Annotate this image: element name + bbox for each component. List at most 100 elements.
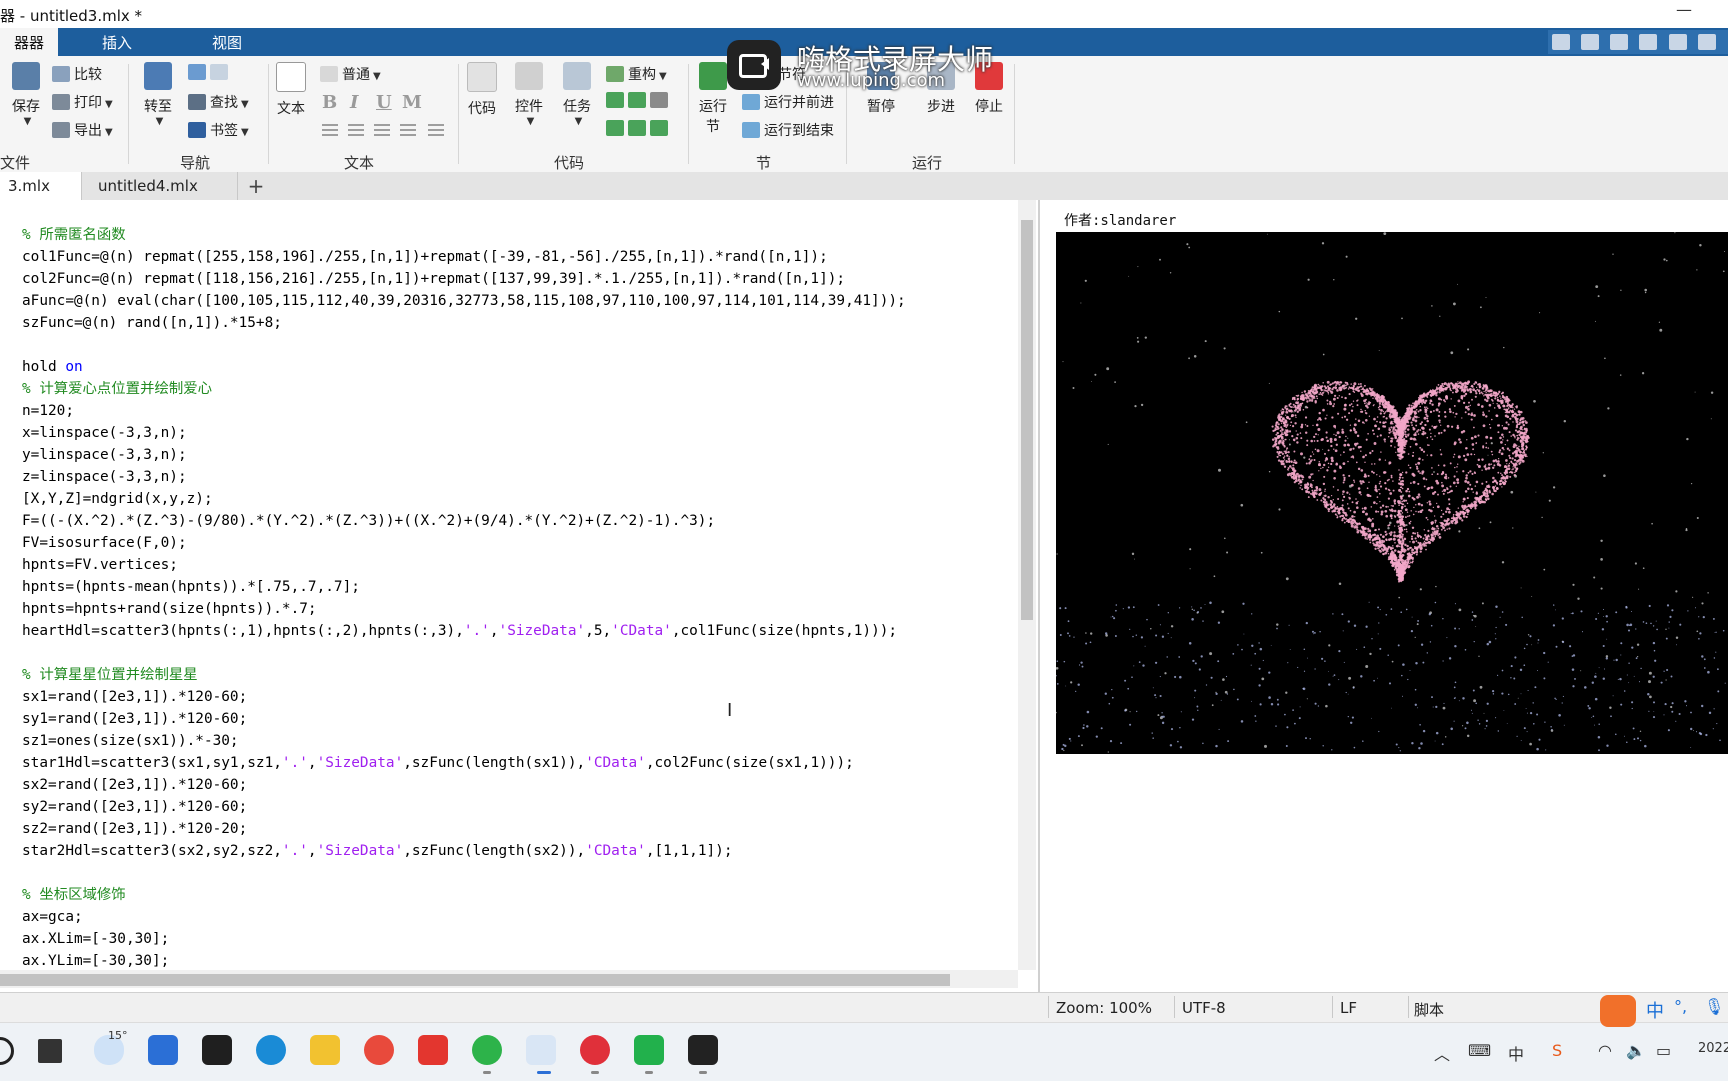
refactor-button[interactable]: 重构 ▼ — [606, 64, 667, 84]
code-line[interactable]: hpnts=hpnts+rand(size(hpnts)).*.7; — [22, 598, 1012, 620]
doc-tab-untitled3[interactable]: 3.mlx *✕ — [0, 172, 82, 223]
code-line[interactable]: sy1=rand([2e3,1]).*120-60; — [22, 708, 1012, 730]
bookmark-button[interactable]: 书签 ▼ — [188, 120, 249, 140]
task-button[interactable]: 任务 ▼ — [560, 62, 594, 127]
print-button[interactable]: 打印 ▼ — [52, 92, 113, 112]
punctuation-icon[interactable]: °, — [1674, 997, 1687, 1016]
save-button[interactable]: 保存 ▼ — [6, 62, 46, 127]
underline-button[interactable]: U — [376, 92, 392, 113]
keyboard-icon[interactable]: ⌨ — [1468, 1041, 1491, 1060]
copy-icon[interactable] — [1610, 34, 1629, 50]
sogou-floating-icon[interactable] — [1600, 995, 1636, 1027]
chevron-up-icon[interactable]: ︿ — [1434, 1041, 1450, 1065]
sogou-icon[interactable]: S — [1552, 1041, 1562, 1060]
screen-recorder-icon[interactable] — [688, 1035, 718, 1065]
compare-button[interactable]: 比较 — [52, 64, 102, 84]
numbered-list-icon[interactable] — [348, 124, 364, 138]
edge-browser-icon[interactable] — [256, 1035, 286, 1065]
scrollbar-thumb[interactable] — [0, 974, 950, 986]
indent-buttons[interactable] — [606, 120, 672, 137]
align-left-icon[interactable] — [374, 124, 390, 138]
code-line[interactable]: % 所需匿名函数 — [22, 224, 1012, 246]
control-button[interactable]: 控件 ▼ — [512, 62, 546, 127]
wifi-icon[interactable]: ◠ — [1598, 1041, 1612, 1060]
text-button[interactable]: 文本 — [274, 62, 308, 118]
tab-insert[interactable]: 插入 — [82, 28, 152, 56]
battery-icon[interactable]: ▭ — [1656, 1041, 1671, 1060]
microphone-icon[interactable]: 🎙 — [1704, 997, 1724, 1016]
run-section-button[interactable]: 运行节 — [696, 62, 730, 136]
wechat-icon[interactable] — [472, 1035, 502, 1065]
code-line[interactable]: % 计算爱心点位置并绘制爱心 — [22, 378, 1012, 400]
code-line[interactable]: aFunc=@(n) eval(char([100,105,115,112,40… — [22, 290, 1012, 312]
code-line[interactable]: sz2=rand([2e3,1]).*120-20; — [22, 818, 1012, 840]
code-line[interactable]: FV=isosurface(F,0); — [22, 532, 1012, 554]
goto-button[interactable]: 转至 ▼ — [140, 62, 176, 127]
code-line[interactable]: ax.YLim=[-30,30]; — [22, 950, 1012, 970]
italic-button[interactable]: I — [350, 92, 358, 113]
code-line[interactable]: sx1=rand([2e3,1]).*120-60; — [22, 686, 1012, 708]
task-view-icon[interactable] — [38, 1039, 62, 1063]
figure-output[interactable] — [1056, 232, 1728, 754]
align-right-icon[interactable] — [428, 124, 444, 138]
vertical-scrollbar[interactable] — [1018, 200, 1036, 970]
align-center-icon[interactable] — [400, 124, 416, 138]
code-line[interactable]: % 坐标区域修饰 — [22, 884, 1012, 906]
text-style-dropdown[interactable]: 普通 ▼ — [320, 64, 381, 84]
volume-icon[interactable]: 🔈 — [1626, 1041, 1646, 1060]
tab-view[interactable]: 视图 — [192, 28, 262, 56]
code-line[interactable]: col2Func=@(n) repmat([118,156,216]./255,… — [22, 268, 1012, 290]
minimize-button[interactable]: — — [1676, 0, 1692, 19]
run-to-end-button[interactable]: 运行到结束 — [742, 120, 834, 140]
horizontal-scrollbar[interactable] — [0, 970, 1018, 988]
back-forward-buttons[interactable] — [188, 64, 232, 81]
code-line[interactable]: heartHdl=scatter3(hpnts(:,1),hpnts(:,2),… — [22, 620, 1012, 642]
code-line-empty[interactable] — [22, 334, 1012, 356]
search-icon[interactable] — [0, 1037, 14, 1065]
scrollbar-thumb[interactable] — [1021, 220, 1033, 620]
add-tab-button[interactable]: + — [240, 172, 272, 200]
app-icon-1[interactable] — [148, 1035, 178, 1065]
file-explorer-icon[interactable] — [310, 1035, 340, 1065]
code-line[interactable]: z=linspace(-3,3,n); — [22, 466, 1012, 488]
sogou-ime-mode[interactable]: 中 — [1646, 997, 1664, 1023]
code-line[interactable]: n=120; — [22, 400, 1012, 422]
run-advance-button[interactable]: 运行并前进 — [742, 92, 834, 112]
bold-button[interactable]: B — [322, 92, 337, 113]
doc-tab-untitled4[interactable]: untitled4.mlx *✕ — [84, 172, 238, 223]
code-line-empty[interactable] — [22, 642, 1012, 664]
wps-icon[interactable] — [418, 1035, 448, 1065]
export-button[interactable]: 导出 ▼ — [52, 120, 113, 140]
code-line[interactable]: sy2=rand([2e3,1]).*120-60; — [22, 796, 1012, 818]
code-line-empty[interactable] — [22, 862, 1012, 884]
code-line[interactable]: F=((-(X.^2).*(Z.^3)-(9/80).*(Y.^2).*(Z.^… — [22, 510, 1012, 532]
comment-buttons[interactable] — [606, 92, 672, 109]
app-icon-green[interactable] — [634, 1035, 664, 1065]
code-line[interactable]: y=linspace(-3,3,n); — [22, 444, 1012, 466]
netease-music-icon[interactable] — [580, 1035, 610, 1065]
find-button[interactable]: 查找 ▼ — [188, 92, 249, 112]
live-editor[interactable]: % 所需匿名函数 col1Func=@(n) repmat([255,158,1… — [0, 200, 1038, 992]
undo-icon[interactable] — [1668, 34, 1687, 50]
code-line[interactable]: col1Func=@(n) repmat([255,158,196]./255,… — [22, 246, 1012, 268]
code-line[interactable]: szFunc=@(n) rand([n,1]).*15+8; — [22, 312, 1012, 334]
code-line[interactable]: hpnts=FV.vertices; — [22, 554, 1012, 576]
code-line[interactable]: sz1=ones(size(sx1)).*-30; — [22, 730, 1012, 752]
code-line[interactable]: ax.XLim=[-30,30]; — [22, 928, 1012, 950]
code-line[interactable]: star2Hdl=scatter3(sx2,sy2,sz2,'.','SizeD… — [22, 840, 1012, 862]
redo-icon[interactable] — [1697, 34, 1716, 50]
chrome-icon[interactable] — [364, 1035, 394, 1065]
code-button[interactable]: 代码 — [466, 62, 498, 118]
code-area[interactable]: % 所需匿名函数 col1Func=@(n) repmat([255,158,1… — [22, 224, 1012, 970]
matlab-icon[interactable] — [526, 1035, 556, 1065]
code-line[interactable]: sx2=rand([2e3,1]).*120-60; — [22, 774, 1012, 796]
cut-icon[interactable] — [1581, 34, 1600, 50]
code-line[interactable]: [X,Y,Z]=ndgrid(x,y,z); — [22, 488, 1012, 510]
code-line[interactable]: star1Hdl=scatter3(sx1,sy1,sz1,'.','SizeD… — [22, 752, 1012, 774]
code-line[interactable]: % 计算星星位置并绘制星星 — [22, 664, 1012, 686]
code-line[interactable]: hold on — [22, 356, 1012, 378]
save-icon[interactable] — [1552, 34, 1570, 50]
code-line[interactable]: hpnts=(hpnts-mean(hpnts)).*[.75,.7,.7]; — [22, 576, 1012, 598]
code-line[interactable]: ax=gca; — [22, 906, 1012, 928]
bullet-list-icon[interactable] — [322, 124, 338, 138]
